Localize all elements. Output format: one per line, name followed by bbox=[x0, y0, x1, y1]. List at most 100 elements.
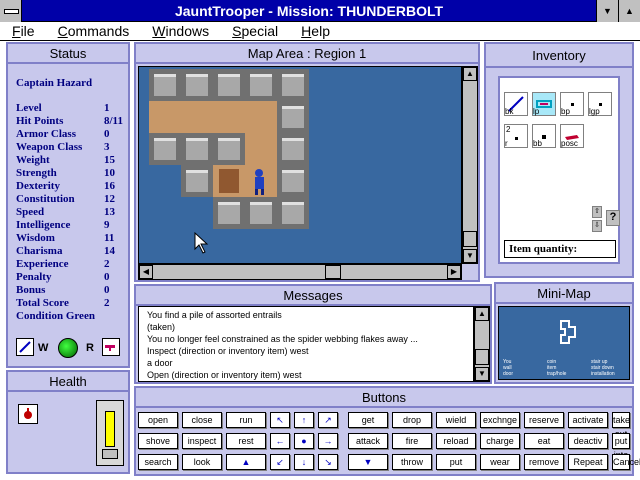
menu-help[interactable]: Help bbox=[289, 22, 338, 39]
inventory-slot[interactable]: bb bbox=[532, 124, 556, 148]
status-stat-label: Weight bbox=[16, 154, 50, 166]
move-se-button[interactable]: ↘ bbox=[318, 454, 338, 470]
up-level-button[interactable]: ▲ bbox=[226, 454, 266, 470]
activate-button[interactable]: activate bbox=[568, 412, 608, 428]
move-w-button[interactable]: ← bbox=[270, 433, 290, 449]
wield-slot[interactable] bbox=[16, 338, 34, 356]
drop-button[interactable]: drop bbox=[392, 412, 432, 428]
move-sw-button[interactable]: ↙ bbox=[270, 454, 290, 470]
attack-button[interactable]: attack bbox=[348, 433, 388, 449]
inventory-grid[interactable]: bk lp bp lgp r 2 bb posc ⇧ ⇩ ? Item quantity: bbox=[498, 76, 620, 264]
status-stat-value: 8/11 bbox=[104, 115, 123, 127]
move-nw-button[interactable]: ↖ bbox=[270, 412, 290, 428]
look-button[interactable]: look bbox=[182, 454, 222, 470]
move-n-button[interactable]: ↑ bbox=[294, 412, 314, 428]
health-title: Health bbox=[8, 372, 128, 392]
shove-button[interactable]: shove bbox=[138, 433, 178, 449]
inventory-slot-label: bk bbox=[505, 107, 514, 116]
health-gauge-bar bbox=[105, 411, 115, 447]
map-scroll-h-thumb[interactable] bbox=[325, 265, 341, 279]
status-stat-row: Speed 13 bbox=[16, 206, 126, 219]
minimap-panel: Mini-Map You coin stair up wall item stair do… bbox=[494, 282, 634, 384]
map-wall-face bbox=[282, 202, 304, 224]
menu-file[interactable]: File bbox=[0, 22, 43, 39]
inventory-scroll-down-button[interactable]: ⇩ bbox=[592, 220, 602, 232]
minimap-view[interactable]: You coin stair up wall item stair down door tra… bbox=[498, 306, 630, 380]
search-button[interactable]: search bbox=[138, 454, 178, 470]
map-scroll-down-button[interactable]: ▼ bbox=[463, 249, 477, 263]
map-scrollbar-horizontal[interactable]: ◀ ▶ bbox=[138, 264, 462, 280]
map-wall-face bbox=[186, 138, 208, 160]
inventory-slot[interactable]: lp bbox=[532, 92, 556, 116]
take-out-button[interactable]: take out bbox=[612, 412, 630, 439]
deactiv-button[interactable]: deactiv bbox=[568, 433, 608, 449]
messages-scroll-down-button[interactable]: ▼ bbox=[475, 367, 489, 381]
ready-label: R bbox=[86, 342, 94, 354]
move-e-button[interactable]: → bbox=[318, 433, 338, 449]
map-scroll-right-button[interactable]: ▶ bbox=[447, 265, 461, 279]
cancel-button[interactable]: Cancel bbox=[612, 454, 640, 470]
status-stat-label: Penalty bbox=[16, 271, 52, 283]
inventory-slot[interactable]: bk bbox=[504, 92, 528, 116]
map-door bbox=[219, 169, 239, 193]
wield-button[interactable]: wield bbox=[436, 412, 476, 428]
status-stat-list: Level 1 Hit Points 8/11 Armor Class 0 Weapon C… bbox=[16, 102, 126, 322]
fire-button[interactable]: fire bbox=[392, 433, 432, 449]
status-stat-label: Weapon Class bbox=[16, 141, 83, 153]
status-stat-label: Total Score bbox=[16, 297, 69, 309]
minimap-title: Mini-Map bbox=[496, 284, 632, 304]
messages-scrollbar[interactable]: ▲ ▼ bbox=[474, 306, 490, 382]
move-s-button[interactable]: ↓ bbox=[294, 454, 314, 470]
menu-commands[interactable]: Commands bbox=[46, 22, 138, 39]
reload-button[interactable]: reload bbox=[436, 433, 476, 449]
inventory-slot[interactable]: bp bbox=[560, 92, 584, 116]
menu-windows[interactable]: Windows bbox=[140, 22, 217, 39]
minimap-canvas bbox=[560, 320, 576, 344]
item-quantity-field[interactable]: Item quantity: bbox=[504, 240, 616, 258]
status-stat-value: 2 bbox=[104, 297, 110, 309]
inspect-button[interactable]: inspect bbox=[182, 433, 222, 449]
map-wall-highlight bbox=[282, 138, 304, 141]
map-wall-face bbox=[186, 74, 208, 96]
inventory-help-button[interactable]: ? bbox=[606, 210, 620, 226]
put-into-button[interactable]: put into bbox=[612, 433, 630, 460]
get-button[interactable]: get bbox=[348, 412, 388, 428]
ready-slot[interactable] bbox=[102, 338, 120, 356]
maximize-button[interactable]: ▲ bbox=[618, 0, 640, 22]
eat-button[interactable]: eat bbox=[524, 433, 564, 449]
down-level-button[interactable]: ▼ bbox=[348, 454, 388, 470]
move-wait-button[interactable]: ● bbox=[294, 433, 314, 449]
charge-button[interactable]: charge bbox=[480, 433, 520, 449]
minimize-button[interactable]: ▼ bbox=[596, 0, 618, 22]
repeat-button[interactable]: Repeat bbox=[568, 454, 608, 470]
map-scroll-up-button[interactable]: ▲ bbox=[463, 67, 477, 81]
status-stat-value: 16 bbox=[104, 180, 115, 192]
close-button[interactable]: close bbox=[182, 412, 222, 428]
inventory-slot[interactable]: lgp bbox=[588, 92, 612, 116]
move-ne-button[interactable]: ↗ bbox=[318, 412, 338, 428]
exchnge-button[interactable]: exchnge bbox=[480, 412, 520, 428]
inventory-scroll-up-button[interactable]: ⇧ bbox=[592, 206, 602, 218]
menu-special[interactable]: Special bbox=[220, 22, 286, 39]
reserve-button[interactable]: reserve bbox=[524, 412, 564, 428]
map-scroll-v-thumb[interactable] bbox=[463, 231, 477, 247]
open-button[interactable]: open bbox=[138, 412, 178, 428]
messages-scroll-thumb[interactable] bbox=[475, 349, 489, 365]
map-scroll-left-button[interactable]: ◀ bbox=[139, 265, 153, 279]
inventory-slot[interactable]: r2 bbox=[504, 124, 528, 148]
map-scrollbar-vertical[interactable]: ▲ ▼ bbox=[462, 66, 478, 264]
run-button[interactable]: run bbox=[226, 412, 266, 428]
map-viewport[interactable] bbox=[138, 66, 462, 264]
remove-button[interactable]: remove bbox=[524, 454, 564, 470]
put-button[interactable]: put bbox=[436, 454, 476, 470]
wear-button[interactable]: wear bbox=[480, 454, 520, 470]
rest-button[interactable]: rest bbox=[226, 433, 266, 449]
inventory-slot-label: lp bbox=[533, 107, 540, 116]
status-stat-label: Wisdom bbox=[16, 232, 55, 244]
system-menu-button[interactable] bbox=[0, 0, 22, 22]
inventory-slot[interactable]: posc bbox=[560, 124, 584, 148]
map-wall-highlight bbox=[250, 74, 272, 77]
throw-button[interactable]: throw bbox=[392, 454, 432, 470]
map-wall-highlight bbox=[154, 74, 176, 77]
messages-scroll-up-button[interactable]: ▲ bbox=[475, 307, 489, 321]
